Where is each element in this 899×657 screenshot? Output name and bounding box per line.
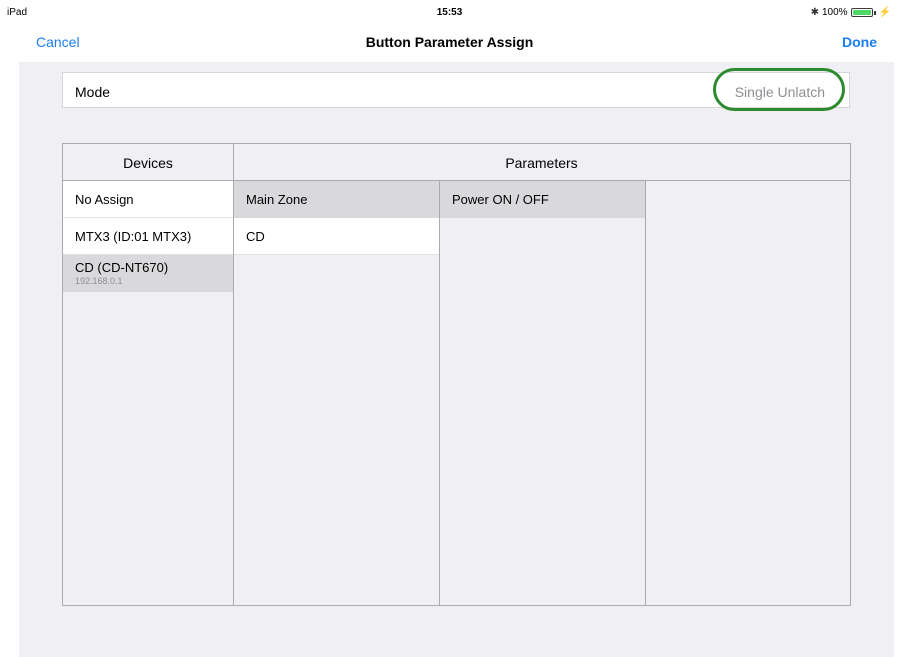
table-header: Devices Parameters <box>63 144 850 181</box>
battery-tip <box>873 10 876 15</box>
parameter-name: Power ON / OFF <box>452 191 549 207</box>
parameter-row-power[interactable]: Power ON / OFF <box>440 181 645 218</box>
battery-fill <box>852 10 871 15</box>
mode-label: Mode <box>75 84 111 100</box>
done-button[interactable]: Done <box>842 34 877 50</box>
device-row-mtx3[interactable]: MTX3 (ID:01 MTX3) <box>63 218 233 255</box>
assignment-table: Devices Parameters No Assign MTX3 (ID:01… <box>62 143 851 606</box>
devices-header: Devices <box>123 155 173 171</box>
status-time: 15:53 <box>436 7 463 18</box>
devices-column: No Assign MTX3 (ID:01 MTX3) CD (CD-NT670… <box>63 181 233 292</box>
zone-name: Main Zone <box>246 191 308 207</box>
device-name: No Assign <box>75 191 134 207</box>
battery-icon <box>850 8 873 17</box>
bluetooth-icon: ✱ <box>810 6 819 18</box>
column-divider <box>645 181 646 605</box>
mode-row[interactable]: Mode Single Unlatch <box>62 72 850 108</box>
device-name: MTX3 (ID:01 MTX3) <box>75 228 192 244</box>
device-row-cd[interactable]: CD (CD-NT670) 192.168.0.1 <box>63 255 233 292</box>
zone-row-cd[interactable]: CD <box>234 218 439 255</box>
device-name: CD (CD-NT670) <box>75 260 169 275</box>
mode-value[interactable]: Single Unlatch <box>735 84 825 100</box>
zone-name: CD <box>246 228 265 244</box>
navigation-bar: Cancel Button Parameter Assign Done <box>19 22 899 62</box>
status-bar: iPad 15:53 ✱ 100% ⚡ <box>0 0 899 22</box>
parameters-column: Power ON / OFF <box>440 181 645 218</box>
page-title: Button Parameter Assign <box>365 34 534 50</box>
battery-percentage: 100% <box>821 7 848 18</box>
column-divider <box>233 144 234 605</box>
screen: iPad 15:53 ✱ 100% ⚡ Cancel Button Parame… <box>0 0 899 657</box>
parameters-header: Parameters <box>505 155 578 171</box>
device-ip-address: 192.168.0.1 <box>75 276 123 286</box>
column-divider <box>439 181 440 605</box>
content-area: Mode Single Unlatch Devices Parameters N… <box>19 62 894 657</box>
device-row-no-assign[interactable]: No Assign <box>63 181 233 218</box>
zone-row-main-zone[interactable]: Main Zone <box>234 181 439 218</box>
charging-icon: ⚡ <box>878 6 891 18</box>
status-indicators: ✱ 100% ⚡ <box>811 7 891 18</box>
zones-column: Main Zone CD <box>234 181 439 255</box>
